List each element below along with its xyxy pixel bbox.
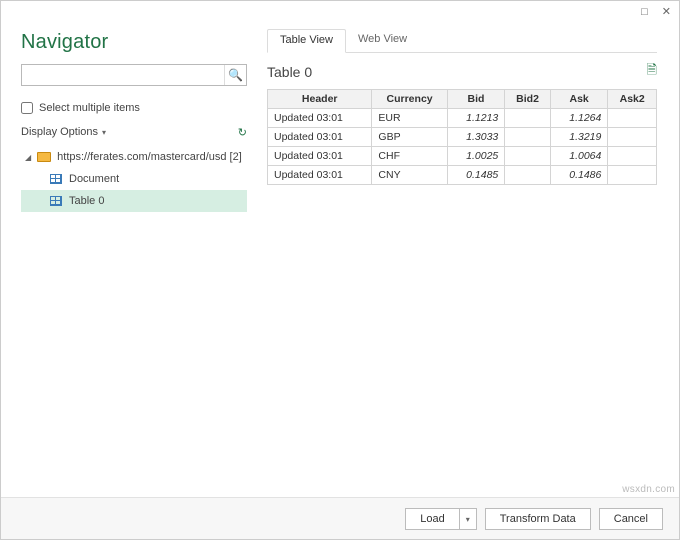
cell: 1.0025: [447, 147, 505, 166]
preview-options-icon[interactable]: 🗎: [647, 61, 657, 83]
cell: GBP: [372, 128, 447, 147]
cell: Updated 03:01: [268, 147, 372, 166]
dialog-title: Navigator: [21, 31, 247, 54]
right-pane: Table View Web View Table 0 🗎 Header Cur…: [261, 23, 679, 497]
refresh-icon[interactable]: ↻: [238, 126, 247, 139]
load-split-button: Load ▾: [405, 508, 477, 530]
load-button[interactable]: Load: [405, 508, 458, 530]
cell: Updated 03:01: [268, 109, 372, 128]
tab-web-view[interactable]: Web View: [346, 29, 419, 52]
maximize-icon[interactable]: □: [641, 7, 648, 18]
col-header[interactable]: Ask: [550, 90, 608, 109]
cell: [608, 128, 657, 147]
left-pane: Navigator 🔍 Select multiple items Displa…: [1, 23, 261, 497]
tree-item-document[interactable]: Document: [21, 168, 247, 190]
tree-root[interactable]: ◢ https://ferates.com/mastercard/usd [2]: [21, 146, 247, 168]
cell: [608, 109, 657, 128]
table-row[interactable]: Updated 03:01 GBP 1.3033 1.3219: [268, 128, 657, 147]
load-dropdown-button[interactable]: ▾: [459, 508, 477, 530]
cell: [505, 109, 551, 128]
preview-header: Table 0 🗎: [267, 61, 657, 83]
navigator-dialog: □ ✕ Navigator 🔍 Select multiple items Di…: [0, 0, 680, 540]
tree-item-label: Table 0: [69, 195, 104, 207]
table-icon: [49, 195, 63, 207]
tree-root-label: https://ferates.com/mastercard/usd [2]: [57, 151, 242, 163]
content-area: Navigator 🔍 Select multiple items Displa…: [1, 23, 679, 497]
cell: 1.3033: [447, 128, 505, 147]
cell: 1.3219: [550, 128, 608, 147]
chevron-down-icon: ▾: [102, 128, 106, 137]
cell: [505, 166, 551, 185]
search-input[interactable]: [22, 67, 224, 83]
cell: EUR: [372, 109, 447, 128]
table-icon: [49, 173, 63, 185]
tab-table-view[interactable]: Table View: [267, 29, 346, 53]
col-header[interactable]: Currency: [372, 90, 447, 109]
cell: CHF: [372, 147, 447, 166]
transform-data-button[interactable]: Transform Data: [485, 508, 591, 530]
display-options-row[interactable]: Display Options ▾ ↻: [21, 122, 247, 142]
cell: 1.0064: [550, 147, 608, 166]
search-icon[interactable]: 🔍: [224, 65, 246, 85]
col-header[interactable]: Ask2: [608, 90, 657, 109]
table-row[interactable]: Updated 03:01 CNY 0.1485 0.1486: [268, 166, 657, 185]
close-icon[interactable]: ✕: [662, 7, 671, 18]
cell: [608, 147, 657, 166]
search-box[interactable]: 🔍: [21, 64, 247, 86]
cell: [608, 166, 657, 185]
cell: 1.1213: [447, 109, 505, 128]
select-multiple-checkbox-row[interactable]: Select multiple items: [21, 98, 247, 118]
preview-tabs: Table View Web View: [267, 29, 657, 53]
footer: Load ▾ Transform Data Cancel: [1, 497, 679, 539]
cell: [505, 147, 551, 166]
folder-icon: [37, 151, 51, 163]
tree-item-label: Document: [69, 173, 119, 185]
table-row[interactable]: Updated 03:01 EUR 1.1213 1.1264: [268, 109, 657, 128]
col-header[interactable]: Bid: [447, 90, 505, 109]
cell: Updated 03:01: [268, 128, 372, 147]
collapse-icon[interactable]: ◢: [25, 153, 31, 162]
table-row[interactable]: Updated 03:01 CHF 1.0025 1.0064: [268, 147, 657, 166]
cell: 1.1264: [550, 109, 608, 128]
preview-table: Header Currency Bid Bid2 Ask Ask2 Update…: [267, 89, 657, 185]
display-options-label: Display Options: [21, 126, 98, 138]
cell: 0.1485: [447, 166, 505, 185]
select-multiple-checkbox[interactable]: [21, 102, 33, 114]
cell: Updated 03:01: [268, 166, 372, 185]
col-header[interactable]: Header: [268, 90, 372, 109]
cancel-button[interactable]: Cancel: [599, 508, 663, 530]
cell: [505, 128, 551, 147]
tree-item-table0[interactable]: Table 0: [21, 190, 247, 212]
tree: ◢ https://ferates.com/mastercard/usd [2]…: [21, 146, 247, 212]
title-bar: □ ✕: [1, 1, 679, 23]
table-header-row: Header Currency Bid Bid2 Ask Ask2: [268, 90, 657, 109]
cell: 0.1486: [550, 166, 608, 185]
col-header[interactable]: Bid2: [505, 90, 551, 109]
preview-title: Table 0: [267, 64, 312, 80]
select-multiple-label: Select multiple items: [39, 102, 140, 114]
cell: CNY: [372, 166, 447, 185]
chevron-down-icon: ▾: [466, 515, 470, 524]
